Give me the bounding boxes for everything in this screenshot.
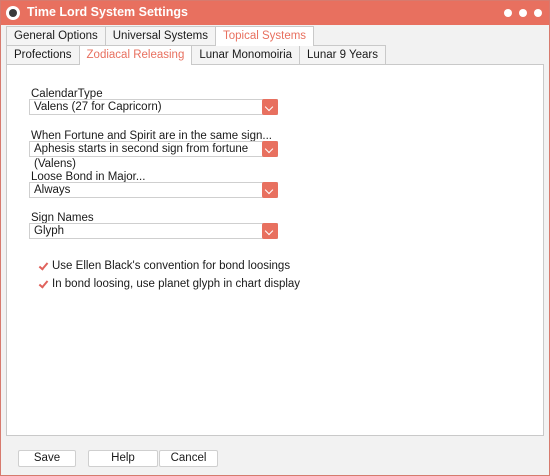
ellen-black-checkbox-label: Use Ellen Black's convention for bond lo…	[52, 260, 291, 272]
loose-bond-value: Always	[34, 184, 71, 196]
fortune-spirit-value: Aphesis starts in second sign from fortu…	[34, 143, 249, 170]
sign-names-select[interactable]: Glyph	[29, 223, 278, 239]
cancel-button[interactable]: Cancel	[159, 450, 218, 467]
tab-lunar-9-years[interactable]: Lunar 9 Years	[299, 45, 387, 64]
title-bar[interactable]: Time Lord System Settings	[1, 1, 549, 25]
app-icon	[6, 6, 20, 20]
sign-names-value: Glyph	[34, 225, 65, 237]
planet-glyph-checkbox-label: In bond loosing, use planet glyph in cha…	[52, 278, 301, 290]
fortune-spirit-select[interactable]: Aphesis starts in second sign from fortu…	[29, 141, 278, 170]
chevron-down-icon[interactable]	[262, 141, 278, 157]
settings-window: Time Lord System Settings General Option…	[0, 0, 550, 476]
tab-zodiacal-releasing[interactable]: Zodiacal Releasing	[78, 45, 193, 65]
window-title: Time Lord System Settings	[27, 5, 188, 19]
tab-topical-systems[interactable]: Topical Systems	[214, 26, 315, 46]
calendar-type-value: Valens (27 for Capricorn)	[34, 101, 162, 113]
ellen-black-checkbox[interactable]	[38, 261, 48, 271]
loose-bond-select[interactable]: Always	[29, 182, 278, 198]
close-icon[interactable]	[534, 9, 542, 17]
help-button[interactable]: Help	[88, 450, 158, 467]
planet-glyph-checkbox[interactable]	[38, 279, 48, 289]
settings-panel: CalendarType Valens (27 for Capricorn) W…	[6, 64, 544, 436]
minimize-icon[interactable]	[504, 9, 512, 17]
maximize-icon[interactable]	[519, 9, 527, 17]
tab-profections[interactable]: Profections	[6, 45, 80, 64]
chevron-down-icon[interactable]	[262, 182, 278, 198]
chevron-down-icon[interactable]	[262, 223, 278, 239]
save-button[interactable]: Save	[18, 450, 76, 467]
button-bar: Save Help Cancel	[1, 442, 549, 475]
sub-tab-bar: Profections Zodiacal Releasing Lunar Mon…	[6, 45, 387, 65]
tab-lunar-monomoiria[interactable]: Lunar Monomoiria	[191, 45, 301, 64]
tab-universal-systems[interactable]: Universal Systems	[104, 26, 216, 45]
tab-general-options[interactable]: General Options	[6, 26, 106, 45]
chevron-down-icon[interactable]	[262, 99, 278, 115]
top-tab-bar: General Options Universal Systems Topica…	[6, 26, 315, 46]
calendar-type-select[interactable]: Valens (27 for Capricorn)	[29, 99, 278, 115]
